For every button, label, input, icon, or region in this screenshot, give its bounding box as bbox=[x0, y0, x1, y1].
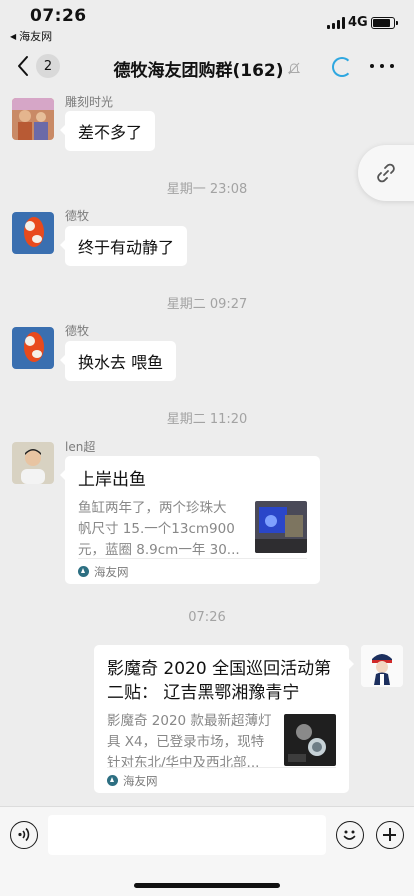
text-bubble[interactable]: 差不多了 bbox=[59, 111, 156, 151]
battery-icon bbox=[371, 17, 398, 29]
card-title: 影魔奇 2020 全国巡回活动第 二贴： 辽吉黑鄂湘豫青宁 bbox=[107, 659, 332, 703]
link-icon bbox=[377, 163, 395, 183]
back-app-label: 海友网 bbox=[19, 30, 53, 43]
network-type: 4G bbox=[348, 15, 368, 30]
source-logo-icon bbox=[78, 566, 89, 577]
status-bar: 07:26 ◀ 海友网 4G bbox=[0, 0, 414, 46]
nav-bar: 2 德牧海友团购群(162) bbox=[0, 46, 414, 88]
emoji-icon bbox=[343, 830, 356, 840]
light-fixture-thumbnail bbox=[284, 714, 336, 766]
back-to-app-link[interactable]: ◀ 海友网 bbox=[10, 28, 52, 44]
fish-tank-thumbnail bbox=[255, 501, 307, 553]
mute-bell-icon bbox=[287, 62, 300, 74]
status-time: 07:26 bbox=[30, 6, 87, 26]
signal-icon bbox=[327, 17, 345, 29]
avatar[interactable] bbox=[12, 327, 54, 369]
sender-name: 德牧 bbox=[65, 324, 90, 338]
sender-name: 雕刻时光 bbox=[65, 95, 114, 109]
card-description: 鱼缸两年了，两个珍珠大 帆尺寸 15.一个13cm900 元，蓝圈 8.9cm一… bbox=[78, 500, 240, 558]
plus-button[interactable] bbox=[376, 821, 404, 849]
avatar[interactable] bbox=[12, 442, 54, 484]
message-input[interactable] bbox=[48, 815, 326, 855]
link-card[interactable]: 上岸出鱼 鱼缸两年了，两个珍珠大 帆尺寸 15.一个13cm900 元，蓝圈 8… bbox=[60, 456, 320, 584]
loading-spinner-icon bbox=[332, 57, 352, 77]
back-triangle-icon: ◀ bbox=[10, 31, 17, 41]
my-avatar[interactable] bbox=[361, 645, 403, 687]
link-card[interactable]: 影魔奇 2020 全国巡回活动第 二贴： 辽吉黑鄂湘豫青宁 影魔奇 2020 款… bbox=[94, 645, 354, 793]
avatar[interactable] bbox=[12, 98, 54, 140]
card-description: 影魔奇 2020 款最新超薄灯 具 X4，已登录市场，现特 针对东北/华中及西北… bbox=[107, 713, 272, 771]
voice-button[interactable] bbox=[10, 821, 38, 849]
text-bubble[interactable]: 换水去 喂鱼 bbox=[59, 341, 177, 381]
sender-name: 德牧 bbox=[65, 209, 90, 223]
timestamp-label: 星期一 23:08 bbox=[166, 182, 248, 197]
source-logo-icon bbox=[107, 775, 118, 786]
card-source: 海友网 bbox=[78, 558, 307, 584]
voice-icon bbox=[18, 827, 30, 842]
card-title: 上岸出鱼 bbox=[78, 470, 146, 490]
card-source: 海友网 bbox=[107, 767, 336, 793]
more-dots-icon[interactable] bbox=[370, 58, 394, 74]
chat-title: 德牧海友团购群(162) bbox=[113, 61, 284, 81]
battery-fill bbox=[373, 19, 390, 27]
timestamp-label: 星期二 11:20 bbox=[166, 412, 248, 427]
emoji-button[interactable] bbox=[336, 821, 364, 849]
timestamp-label: 07:26 bbox=[188, 610, 226, 625]
float-link-button[interactable] bbox=[358, 145, 414, 201]
home-indicator[interactable] bbox=[134, 883, 280, 888]
text-bubble[interactable]: 终于有动静了 bbox=[59, 226, 188, 266]
timestamp-label: 星期二 09:27 bbox=[166, 297, 248, 312]
sender-name: len超 bbox=[65, 440, 96, 454]
message-list[interactable]: 雕刻时光 差不多了 星期一 23:08 德牧 终于有动静了 星期二 09:27 … bbox=[0, 88, 414, 806]
avatar[interactable] bbox=[12, 212, 54, 254]
